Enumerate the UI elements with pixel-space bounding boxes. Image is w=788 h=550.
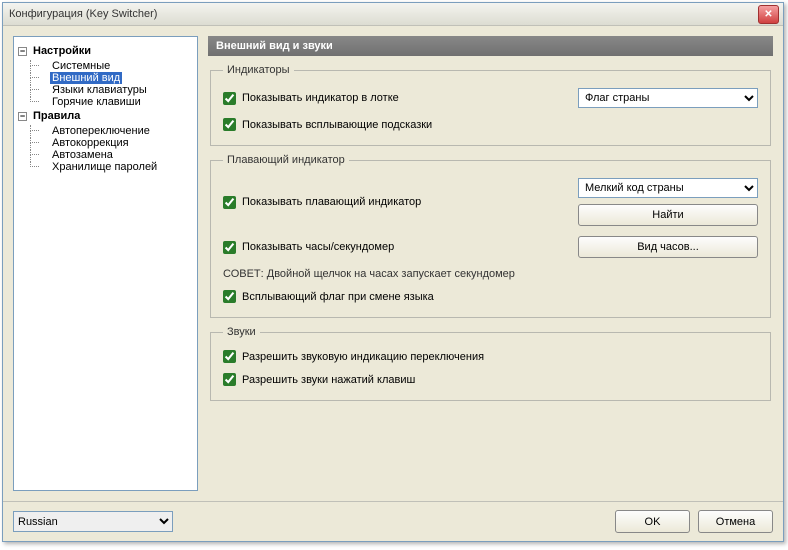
tree-item-autocorrect[interactable]: Автокоррекция <box>18 137 193 149</box>
tree-item-layouts[interactable]: Языки клавиатуры <box>18 84 193 96</box>
group-legend: Индикаторы <box>223 64 294 76</box>
btn-clock-style[interactable]: Вид часов... <box>578 236 758 258</box>
chk-label: Показывать всплывающие подсказки <box>242 119 432 131</box>
combo-tray-style[interactable]: Флаг страны <box>578 88 758 108</box>
group-legend: Звуки <box>223 326 260 338</box>
chk-label: Разрешить звуки нажатий клавиш <box>242 374 415 386</box>
chk-sound-switch[interactable] <box>223 350 236 363</box>
tree-item-autoswitch[interactable]: Автопереключение <box>18 125 193 137</box>
chk-label: Показывать плавающий индикатор <box>242 196 421 208</box>
close-button[interactable]: ✕ <box>758 5 779 24</box>
chk-floating-indicator[interactable] <box>223 196 236 209</box>
ok-button[interactable]: OK <box>615 510 690 533</box>
chk-tray-indicator[interactable] <box>223 92 236 105</box>
cancel-button[interactable]: Отмена <box>698 510 773 533</box>
chk-label: Разрешить звуковую индикацию переключени… <box>242 351 484 363</box>
footer: Russian OK Отмена <box>3 501 783 541</box>
body: − Настройки Системные Внешний вид Языки … <box>3 26 783 501</box>
chk-label: Всплывающий флаг при смене языка <box>242 291 434 303</box>
tree-item-hotkeys[interactable]: Горячие клавиши <box>18 96 193 108</box>
content-panel: Внешний вид и звуки Индикаторы Показыват… <box>208 36 773 491</box>
btn-find[interactable]: Найти <box>578 204 758 226</box>
close-icon: ✕ <box>764 9 772 20</box>
collapse-icon[interactable]: − <box>18 112 27 121</box>
chk-tooltips[interactable] <box>223 118 236 131</box>
chk-label: Показывать индикатор в лотке <box>242 92 399 104</box>
tree-root-settings[interactable]: − Настройки <box>18 43 193 59</box>
tree-item-system[interactable]: Системные <box>18 60 193 72</box>
tree-root-rules[interactable]: − Правила <box>18 108 193 124</box>
group-sounds: Звуки Разрешить звуковую индикацию перек… <box>210 326 771 401</box>
hint-text: СОВЕТ: Двойной щелчок на часах запускает… <box>223 268 515 280</box>
chk-clock[interactable] <box>223 241 236 254</box>
group-floating: Плавающий индикатор Показывать плавающий… <box>210 154 771 318</box>
collapse-icon[interactable]: − <box>18 47 27 56</box>
chk-sound-keys[interactable] <box>223 373 236 386</box>
tree-item-appearance[interactable]: Внешний вид <box>18 72 193 84</box>
config-window: Конфигурация (Key Switcher) ✕ − Настройк… <box>2 2 784 542</box>
group-legend: Плавающий индикатор <box>223 154 349 166</box>
chk-label: Показывать часы/секундомер <box>242 241 394 253</box>
combo-floating-style[interactable]: Мелкий код страны <box>578 178 758 198</box>
window-title: Конфигурация (Key Switcher) <box>9 8 758 20</box>
page-title: Внешний вид и звуки <box>208 36 773 56</box>
nav-tree[interactable]: − Настройки Системные Внешний вид Языки … <box>13 36 198 491</box>
tree-label[interactable]: Настройки <box>31 45 93 57</box>
tree-item-autoreplace[interactable]: Автозамена <box>18 149 193 161</box>
tree-item-passwords[interactable]: Хранилище паролей <box>18 161 193 173</box>
titlebar: Конфигурация (Key Switcher) ✕ <box>3 3 783 26</box>
chk-popup-flag[interactable] <box>223 290 236 303</box>
combo-language[interactable]: Russian <box>13 511 173 532</box>
group-indicators: Индикаторы Показывать индикатор в лотке … <box>210 64 771 146</box>
tree-label[interactable]: Правила <box>31 110 82 122</box>
